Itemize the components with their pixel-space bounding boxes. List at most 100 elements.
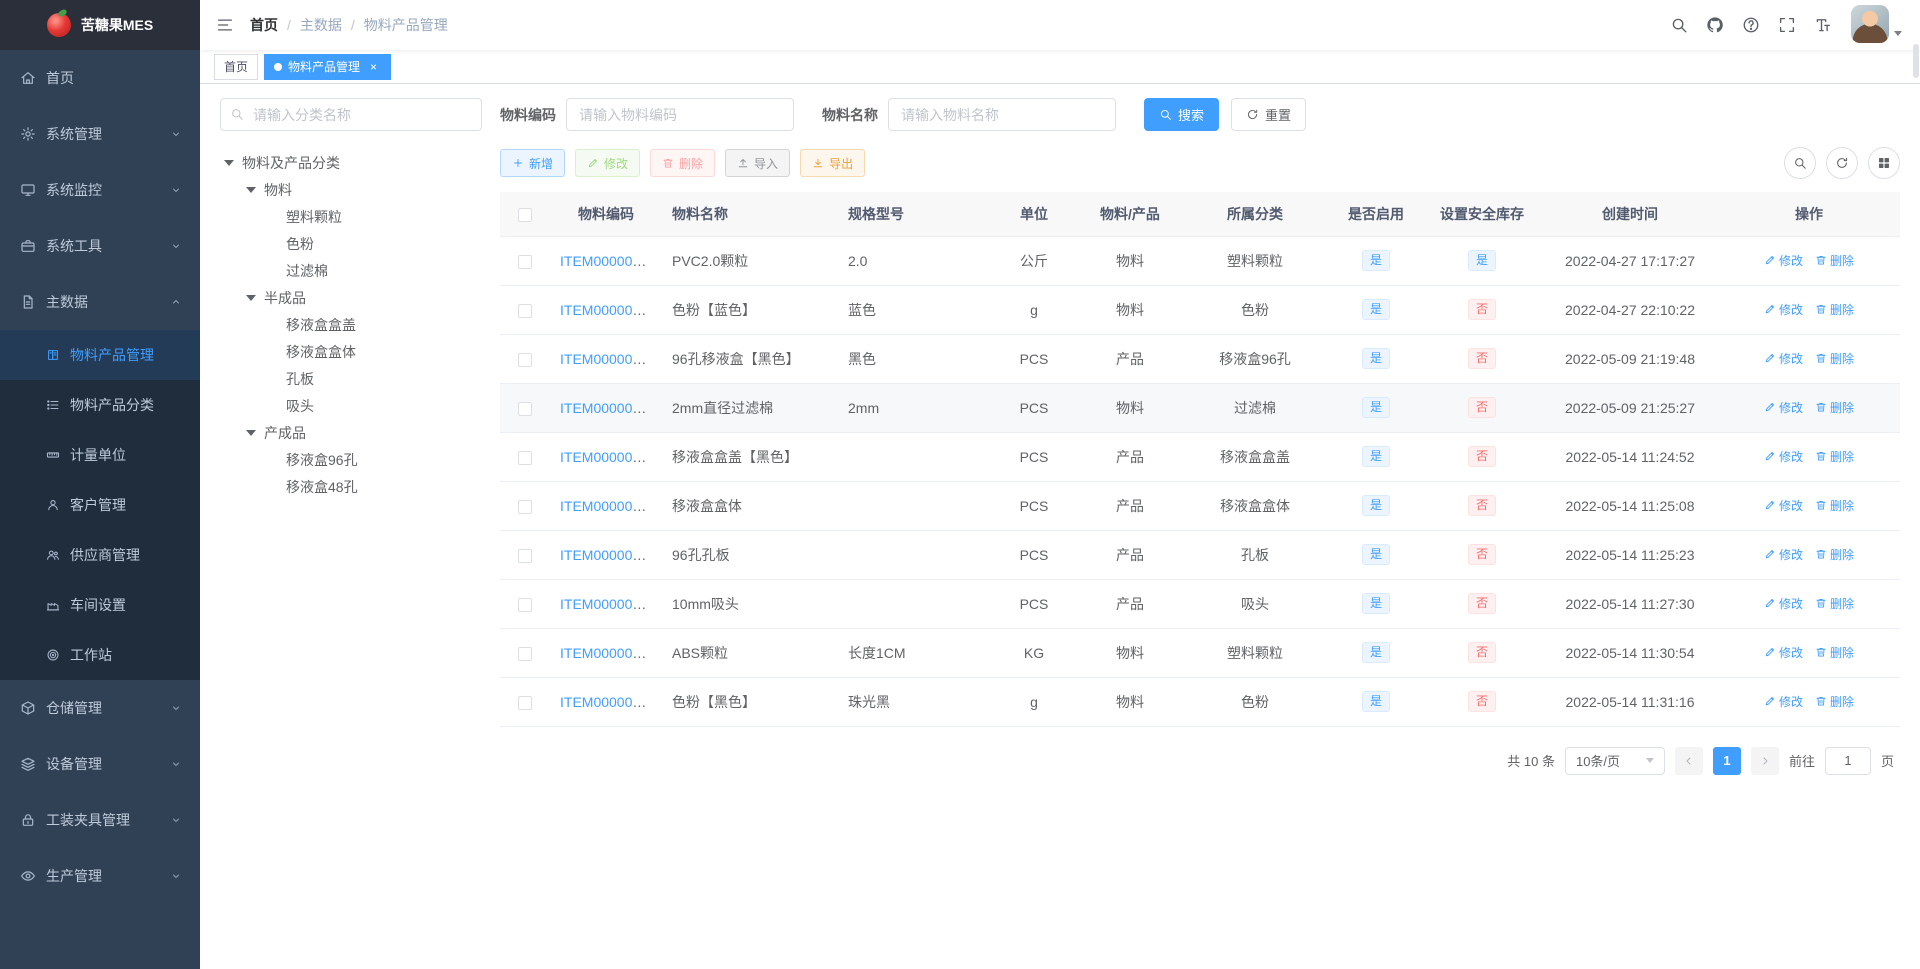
row-checkbox[interactable] [518,352,532,367]
import-button[interactable]: 导入 [725,149,791,177]
sidebar-item-material-product-management[interactable]: 物料产品管理 [0,330,200,380]
tree-node-tip[interactable]: 吸头 [220,392,482,419]
item-code-link[interactable]: ITEM00000051 [560,449,656,465]
github-link[interactable] [1697,0,1733,50]
edit-link[interactable]: 修改 [1764,399,1803,416]
sidebar-item-system-management[interactable]: 系统管理 [0,106,200,162]
sidebar-item-equipment-management[interactable]: 设备管理 [0,736,200,792]
item-code-link[interactable]: ITEM00000055 [560,645,656,661]
edit-link[interactable]: 修改 [1764,644,1803,661]
item-code-link[interactable]: ITEM00000053 [560,547,656,563]
sidebar-item-workshop-settings[interactable]: 车间设置 [0,580,200,630]
delete-link[interactable]: 删除 [1815,399,1854,416]
table-row[interactable]: ITEM00000052 移液盒盒体 PCS 产品 移液盒盒体 是 否 2022… [500,481,1900,531]
delete-link[interactable]: 删除 [1815,693,1854,710]
row-checkbox[interactable] [518,450,532,465]
delete-link[interactable]: 删除 [1815,301,1854,318]
material-name-input[interactable] [888,98,1116,131]
table-row[interactable]: ITEM00000056 色粉【黑色】 珠光黑 g 物料 色粉 是 否 2022… [500,677,1900,727]
tree-node-semi-finished[interactable]: 半成品 [220,284,482,311]
row-checkbox[interactable] [518,597,532,612]
columns-visibility-button[interactable] [1868,147,1900,179]
refresh-table-button[interactable] [1826,147,1858,179]
item-code-link[interactable]: ITEM00000037 [560,253,656,269]
add-button[interactable]: 新增 [500,149,566,177]
row-checkbox[interactable] [518,499,532,514]
goto-page-input[interactable] [1824,746,1871,775]
close-icon[interactable]: × [366,59,381,74]
next-page-button[interactable] [1750,746,1779,775]
page-1-button[interactable]: 1 [1712,746,1741,775]
item-code-link[interactable]: ITEM00000054 [560,596,656,612]
sidebar-item-customer-management[interactable]: 客户管理 [0,480,200,530]
user-menu[interactable] [1851,4,1902,46]
item-code-link[interactable]: ITEM00000056 [560,694,656,710]
sidebar-item-production-management[interactable]: 生产管理 [0,848,200,904]
item-code-link[interactable]: ITEM00000049 [560,400,656,416]
sidebar-item-supplier-management[interactable]: 供应商管理 [0,530,200,580]
edit-button[interactable]: 修改 [575,149,641,177]
tree-node-box-body[interactable]: 移液盒盒体 [220,338,482,365]
sidebar-toggle-button[interactable] [200,0,250,50]
sidebar-item-system-tools[interactable]: 系统工具 [0,218,200,274]
table-row[interactable]: ITEM00000041 色粉【蓝色】 蓝色 g 物料 色粉 是 否 2022-… [500,285,1900,335]
app-logo[interactable]: 苦糖果MES [0,0,200,50]
delete-link[interactable]: 删除 [1815,644,1854,661]
export-button[interactable]: 导出 [800,149,866,177]
table-row[interactable]: ITEM00000051 移液盒盒盖【黑色】 PCS 产品 移液盒盒盖 是 否 … [500,432,1900,482]
search-button[interactable]: 搜索 [1144,98,1220,131]
docs-help-button[interactable] [1733,0,1769,50]
table-row[interactable]: ITEM00000049 2mm直径过滤棉 2mm PCS 物料 过滤棉 是 否… [500,383,1900,433]
select-all-checkbox[interactable] [518,207,532,222]
tree-node-material[interactable]: 物料 [220,176,482,203]
sidebar-item-workstation[interactable]: 工作站 [0,630,200,680]
tree-node-pigment[interactable]: 色粉 [220,230,482,257]
sidebar-item-warehouse-management[interactable]: 仓储管理 [0,680,200,736]
tree-node-finished[interactable]: 产成品 [220,419,482,446]
scrollbar[interactable] [1913,44,1919,78]
table-row[interactable]: ITEM00000053 96孔孔板 PCS 产品 孔板 是 否 2022-05… [500,530,1900,580]
edit-link[interactable]: 修改 [1764,350,1803,367]
prev-page-button[interactable] [1674,746,1703,775]
tree-node-filter-cotton[interactable]: 过滤棉 [220,257,482,284]
item-code-link[interactable]: ITEM00000052 [560,498,656,514]
tree-node-plate[interactable]: 孔板 [220,365,482,392]
delete-button[interactable]: 删除 [650,149,716,177]
delete-link[interactable]: 删除 [1815,497,1854,514]
tree-node-box-48[interactable]: 移液盒48孔 [220,473,482,500]
item-code-link[interactable]: ITEM00000041 [560,302,656,318]
table-row[interactable]: ITEM00000055 ABS颗粒 长度1CM KG 物料 塑料颗粒 是 否 … [500,628,1900,678]
tab-home[interactable]: 首页 [214,53,259,80]
item-code-link[interactable]: ITEM00000046 [560,351,656,367]
row-checkbox[interactable] [518,303,532,318]
edit-link[interactable]: 修改 [1764,546,1803,563]
fullscreen-button[interactable] [1769,0,1805,50]
edit-link[interactable]: 修改 [1764,497,1803,514]
material-code-input[interactable] [566,98,794,131]
sidebar-item-home[interactable]: 首页 [0,50,200,106]
font-size-button[interactable] [1805,0,1841,50]
edit-link[interactable]: 修改 [1764,595,1803,612]
table-row[interactable]: ITEM00000037 PVC2.0颗粒 2.0 公斤 物料 塑料颗粒 是 是… [500,236,1900,286]
table-row[interactable]: ITEM00000054 10mm吸头 PCS 产品 吸头 是 否 2022-0… [500,579,1900,629]
edit-link[interactable]: 修改 [1764,301,1803,318]
sidebar-item-master-data[interactable]: 主数据 [0,274,200,330]
tree-node-box-lid[interactable]: 移液盒盒盖 [220,311,482,338]
row-checkbox[interactable] [518,695,532,710]
delete-link[interactable]: 删除 [1815,350,1854,367]
delete-link[interactable]: 删除 [1815,448,1854,465]
category-search-input[interactable] [220,98,482,131]
tab-material-product-management[interactable]: 物料产品管理 × [264,53,392,80]
row-checkbox[interactable] [518,401,532,416]
page-size-select[interactable]: 10条/页 [1564,746,1665,775]
delete-link[interactable]: 删除 [1815,595,1854,612]
tree-node-box-96[interactable]: 移液盒96孔 [220,446,482,473]
sidebar-item-material-product-category[interactable]: 物料产品分类 [0,380,200,430]
delete-link[interactable]: 删除 [1815,546,1854,563]
row-checkbox[interactable] [518,646,532,661]
row-checkbox[interactable] [518,254,532,269]
row-checkbox[interactable] [518,548,532,563]
table-row[interactable]: ITEM00000046 96孔移液盒【黑色】 黑色 PCS 产品 移液盒96孔… [500,334,1900,384]
header-search-button[interactable] [1661,0,1697,50]
toggle-search-button[interactable] [1784,147,1816,179]
